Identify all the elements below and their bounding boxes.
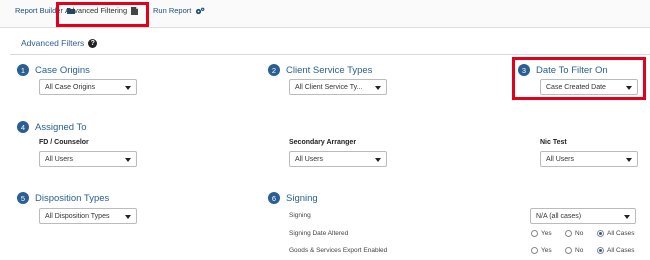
radio-label: All Cases (607, 247, 635, 254)
tab-bar: Report Builder Advanced Filtering Run Re… (0, 0, 650, 28)
signing-date-altered-all-radio[interactable]: All Cases (597, 230, 634, 237)
document-icon (131, 6, 139, 15)
nic-test-label: Nic Test (540, 139, 567, 146)
goods-services-all-radio[interactable]: All Cases (597, 247, 634, 254)
radio-label: Yes (541, 247, 552, 254)
chevron-down-icon (624, 215, 630, 219)
radio-circle-checked (597, 247, 604, 254)
chevron-down-icon (375, 158, 381, 162)
section-date-to-filter-on: 3 Date To Filter On (518, 64, 608, 76)
divider (10, 54, 650, 55)
chevron-down-icon (626, 158, 632, 162)
section-label: Case Origins (35, 64, 90, 76)
fd-counselor-label: FD / Counselor (39, 139, 89, 146)
select-value: All Users (45, 155, 74, 163)
select-value: All Users (295, 155, 324, 163)
chevron-down-icon (125, 215, 131, 219)
radio-circle (531, 247, 538, 254)
radio-label: All Cases (607, 230, 635, 237)
tab-advanced-filtering[interactable]: Advanced Filtering (65, 6, 139, 15)
tab-advanced-filtering-label: Advanced Filtering (65, 6, 128, 15)
signing-date-altered-yes-radio[interactable]: Yes (531, 230, 552, 237)
tab-run-report-label: Run Report (153, 6, 192, 15)
panel-title: Advanced Filters ? (21, 38, 98, 48)
radio-circle (565, 247, 572, 254)
secondary-arranger-label: Secondary Arranger (289, 139, 357, 146)
help-icon[interactable]: ? (88, 38, 98, 48)
chevron-down-icon (626, 86, 632, 90)
section-case-origins: 1 Case Origins (17, 64, 90, 76)
chevron-down-icon (125, 158, 131, 162)
gears-icon (195, 7, 205, 15)
radio-label: No (575, 247, 584, 254)
tab-report-builder-label: Report Builder (15, 6, 63, 15)
section-label: Disposition Types (35, 192, 110, 204)
client-service-types-select[interactable]: All Client Service Ty... (289, 79, 387, 95)
goods-services-no-radio[interactable]: No (565, 247, 583, 254)
chevron-down-icon (125, 86, 131, 90)
section-number: 2 (268, 64, 280, 76)
signing-date-altered-label: Signing Date Altered (289, 230, 349, 237)
section-signing: 6 Signing (268, 192, 318, 204)
section-client-service-types: 2 Client Service Types (268, 64, 372, 76)
goods-services-export-label: Goods & Services Export Enabled (289, 247, 388, 254)
signing-select[interactable]: N/A (all cases) (530, 208, 636, 224)
date-to-filter-on-select[interactable]: Case Created Date (540, 79, 638, 95)
signing-label: Signing (289, 212, 311, 219)
select-value: All Case Origins (45, 83, 96, 91)
fd-counselor-select[interactable]: All Users (39, 151, 137, 167)
select-value: All Client Service Ty... (295, 83, 363, 91)
section-label: Client Service Types (286, 64, 373, 76)
chevron-down-icon (375, 86, 381, 90)
section-number: 5 (17, 192, 29, 204)
section-label: Date To Filter On (536, 64, 608, 76)
section-number: 3 (518, 64, 530, 76)
tab-run-report[interactable]: Run Report (153, 6, 205, 15)
signing-date-altered-no-radio[interactable]: No (565, 230, 583, 237)
secondary-arranger-select[interactable]: All Users (289, 151, 387, 167)
section-disposition-types: 5 Disposition Types (17, 192, 109, 204)
select-value: All Disposition Types (45, 212, 110, 220)
goods-services-yes-radio[interactable]: Yes (531, 247, 552, 254)
radio-label: No (575, 230, 584, 237)
section-assigned-to: 4 Assigned To (17, 121, 87, 133)
select-value: N/A (all cases) (536, 212, 582, 220)
section-number: 1 (17, 64, 29, 76)
radio-label: Yes (541, 230, 552, 237)
select-value: Case Created Date (546, 83, 606, 91)
select-value: All Users (546, 155, 575, 163)
section-label: Assigned To (35, 121, 87, 133)
case-origins-select[interactable]: All Case Origins (39, 79, 137, 95)
radio-circle (565, 230, 572, 237)
section-number: 6 (268, 192, 280, 204)
nic-test-select[interactable]: All Users (540, 151, 638, 167)
radio-circle-checked (597, 230, 604, 237)
section-number: 4 (17, 121, 29, 133)
panel-title-text: Advanced Filters (21, 38, 85, 48)
disposition-types-select[interactable]: All Disposition Types (39, 208, 137, 224)
section-label: Signing (286, 192, 318, 204)
radio-circle (531, 230, 538, 237)
